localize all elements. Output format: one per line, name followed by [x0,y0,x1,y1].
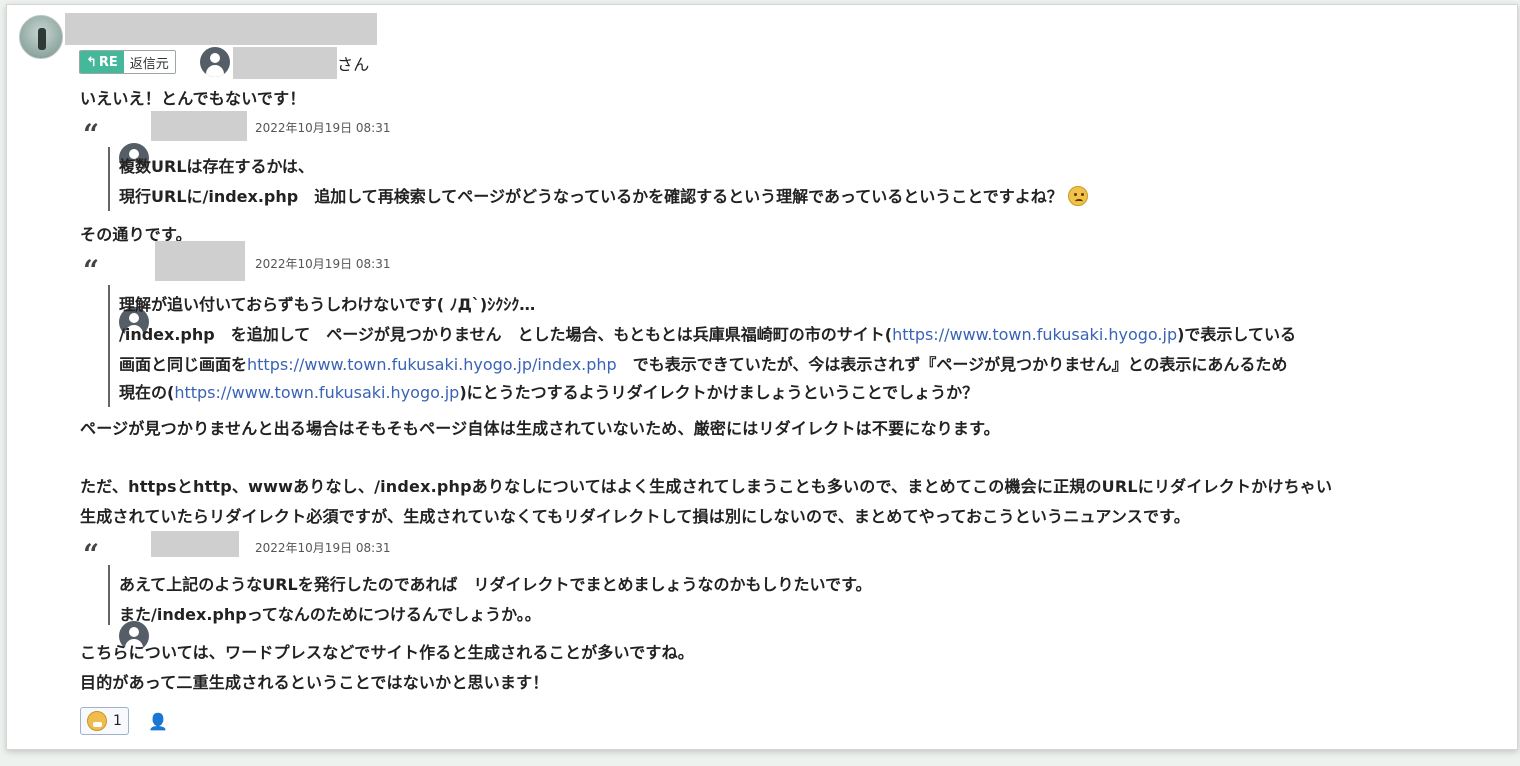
quote-line: また/index.phpってなんのためにつけるんでしょうか。。 [119,605,541,624]
mention-suffix: さん [337,55,370,74]
reaction-count: 1 [113,713,122,729]
quote-bar [108,147,110,211]
quote-timestamp: 2022年10月19日 08:31 [255,257,391,271]
quote-bar [108,285,110,407]
message-text: ただ、httpsとhttp、wwwありなし、/index.phpありなしについて… [80,477,1333,496]
add-reaction-icon[interactable]: 👤 [145,708,171,734]
quote-timestamp: 2022年10月19日 08:31 [255,541,391,555]
quote-line: 理解が追い付いておらずもうしわけないです( ﾉД`)ｼｸｼｸ… [119,295,536,314]
message-text: 目的があって二重生成されるということではないかと思います！ [80,673,549,692]
chat-message-card: ↰ RE 返信元 さん いえいえ！とんでもないです！ “ 2022年10月19日 … [6,4,1518,750]
message-text: 生成されていたらリダイレクト必須ですが、生成されていなくてもリダイレクトして損は… [80,507,1190,526]
quote-line: 画面と同じ画面をhttps://www.town.fukusaki.hyogo.… [119,355,1288,374]
quote-mark-icon: “ [83,254,100,287]
quote-link[interactable]: https://www.town.fukusaki.hyogo.jp/index… [247,355,617,374]
reaction-button[interactable]: 1 [80,707,129,735]
reply-source-badge[interactable]: ↰ RE 返信元 [79,50,176,74]
quote-author-redacted [151,111,247,141]
sender-name-redacted [65,13,377,45]
quote-line: /index.php を追加して ページが見つかりません とした場合、もともとは… [119,325,1296,344]
quote-mark-icon: “ [83,118,100,151]
quote-link[interactable]: https://www.town.fukusaki.hyogo.jp [174,383,459,402]
person-icon [200,47,230,77]
sweat-emoji-icon [1068,186,1089,206]
quote-bar [108,565,110,625]
sender-avatar[interactable] [19,15,63,59]
quote-line: あえて上記のようなURLを発行したのであれば リダイレクトでまとめましょうなのか… [119,575,872,594]
quote-link[interactable]: https://www.town.fukusaki.hyogo.jp [892,325,1177,344]
message-text: ページが見つかりませんと出る場合はそもそもページ自体は生成されていないため、厳密… [80,419,1000,438]
quote-mark-icon: “ [83,538,100,571]
reply-arrow-icon: ↰ [86,54,97,70]
message-text: いえいえ！とんでもないです！ [80,89,306,108]
message-text: こちらについては、ワードプレスなどでサイト作ると生成されることが多いですね。 [80,643,695,662]
quote-timestamp: 2022年10月19日 08:31 [255,121,391,135]
quote-author-redacted [151,531,239,557]
quote-line: 現在の(https://www.town.fukusaki.hyogo.jp)に… [119,383,979,402]
emoji-reaction-icon [87,711,107,731]
quote-author-redacted [155,241,245,281]
quote-line: 複数URLは存在するかは、 [119,157,314,176]
quote-line: 現行URLに/index.php 追加して再検索してページがどうなっているかを確… [119,183,1089,207]
mention-name-redacted [233,47,337,79]
